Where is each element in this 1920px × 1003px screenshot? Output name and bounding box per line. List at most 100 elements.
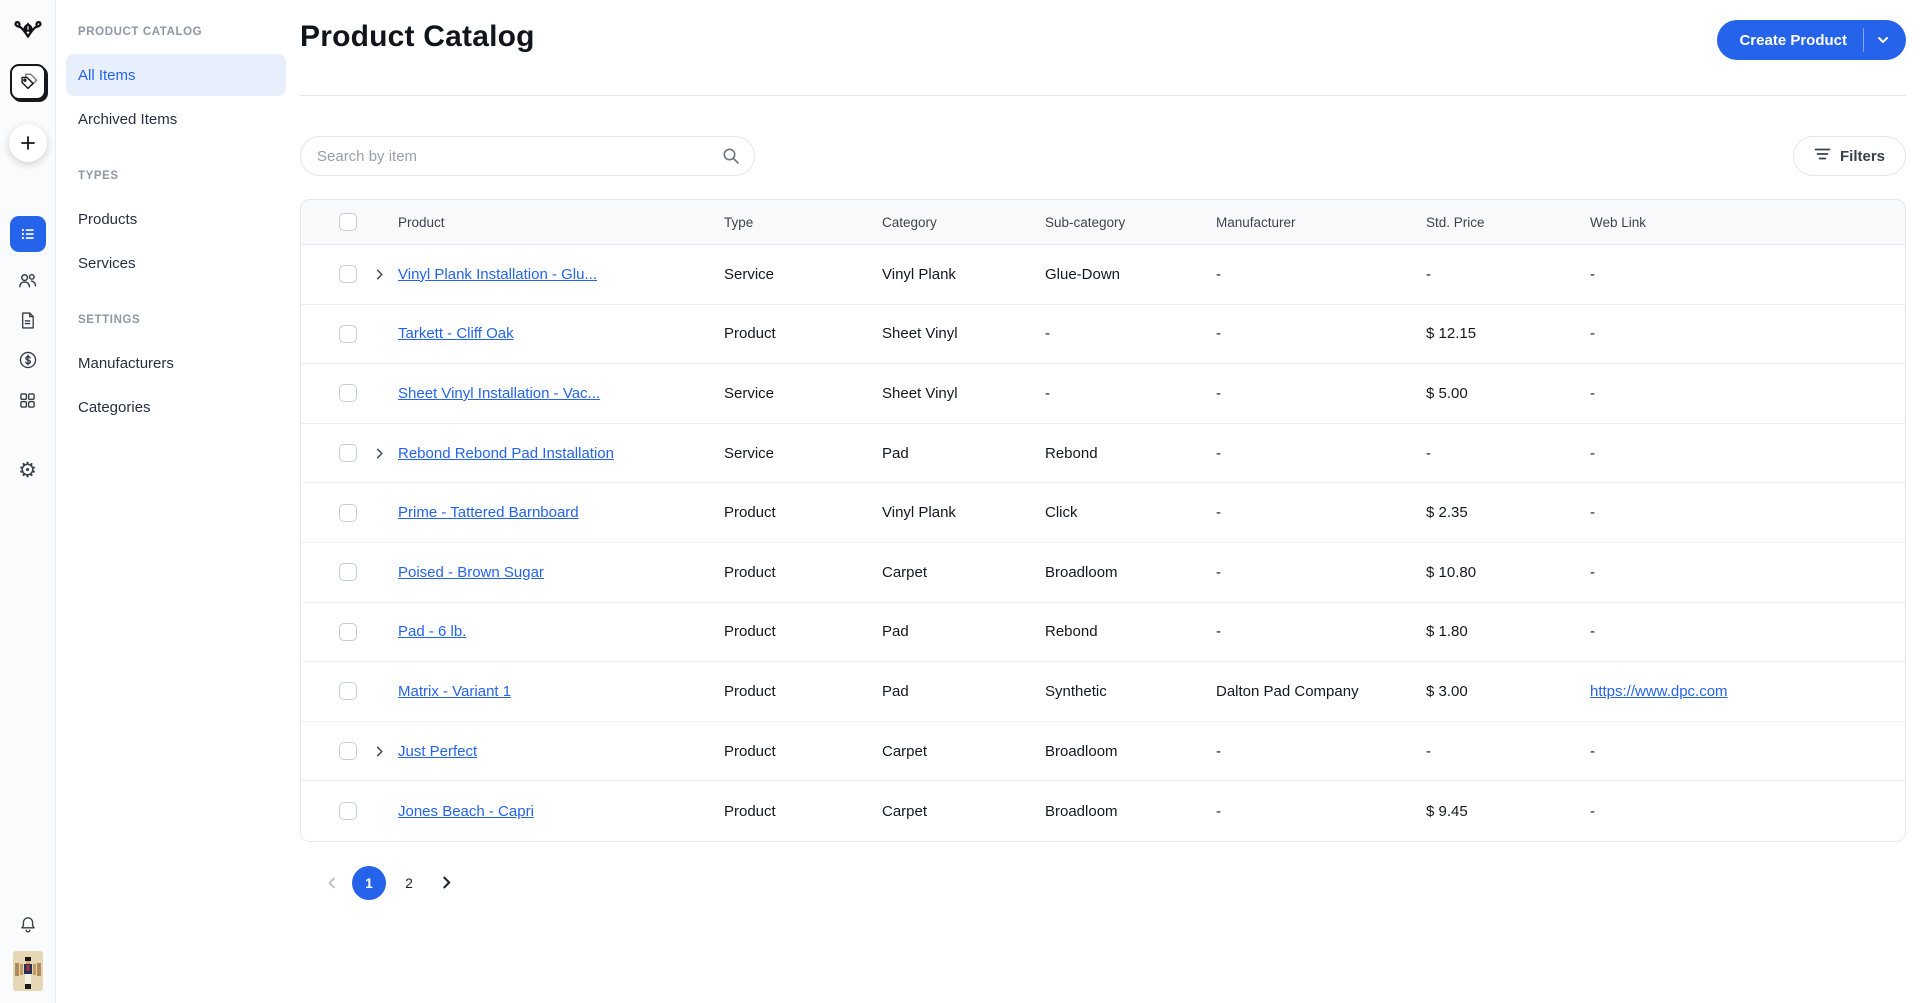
- sidebar-item-all-items[interactable]: All Items: [66, 54, 286, 96]
- cell-type: Service: [724, 384, 775, 402]
- row-checkbox[interactable]: [339, 802, 357, 821]
- nav-documents-button[interactable]: [16, 308, 40, 332]
- cell-price: $ 12.15: [1426, 325, 1477, 343]
- cell-subcategory: Rebond: [1045, 623, 1098, 641]
- gear-icon: ⚙: [18, 458, 37, 482]
- cell-subcategory: -: [1045, 325, 1050, 343]
- cell-category: Pad: [882, 444, 909, 462]
- cell-type: Product: [724, 325, 776, 343]
- row-checkbox[interactable]: [339, 384, 357, 403]
- table-row[interactable]: Poised - Brown Sugar Product Carpet Broa…: [301, 542, 1905, 603]
- cell-category: Carpet: [882, 802, 928, 820]
- product-link[interactable]: Rebond Rebond Pad Installation: [398, 445, 614, 462]
- notifications-button[interactable]: [16, 913, 40, 937]
- row-checkbox[interactable]: [339, 324, 357, 343]
- row-checkbox[interactable]: [339, 742, 357, 761]
- row-checkbox[interactable]: [339, 622, 357, 641]
- product-link[interactable]: Matrix - Variant 1: [398, 683, 511, 700]
- table-row[interactable]: Sheet Vinyl Installation - Vac... Servic…: [301, 364, 1905, 424]
- expand-row-icon[interactable]: [373, 745, 386, 758]
- app-root: ⚙ PRODUCT CATALOG All Items Archived Ite…: [0, 0, 1920, 1003]
- table-row[interactable]: Just Perfect Product Carpet Broadloom - …: [301, 721, 1905, 782]
- cell-type: Product: [724, 623, 776, 641]
- row-checkbox[interactable]: [339, 503, 357, 522]
- cell-manufacturer: -: [1216, 623, 1221, 641]
- row-checkbox[interactable]: [339, 682, 357, 701]
- expand-row-icon[interactable]: [373, 447, 386, 460]
- sidebar: PRODUCT CATALOG All Items Archived Items…: [56, 0, 300, 1003]
- nav-apps-button[interactable]: [16, 388, 40, 412]
- product-link[interactable]: Vinyl Plank Installation - Glu...: [398, 266, 597, 283]
- sidebar-item-label: Categories: [78, 398, 151, 416]
- product-link[interactable]: Prime - Tattered Barnboard: [398, 504, 579, 521]
- table-row[interactable]: Pad - 6 lb. Product Pad Rebond - $ 1.80 …: [301, 602, 1905, 663]
- cell-weblink: -: [1590, 802, 1595, 820]
- expand-row-icon[interactable]: [373, 268, 386, 281]
- cell-type: Product: [724, 563, 776, 581]
- settings-gear-button[interactable]: ⚙: [18, 458, 37, 482]
- cell-weblink: -: [1590, 742, 1595, 760]
- weblink-link[interactable]: https://www.dpc.com: [1590, 683, 1905, 700]
- table-row[interactable]: Matrix - Variant 1 Product Pad Synthetic…: [301, 662, 1905, 722]
- select-all-checkbox[interactable]: [339, 213, 357, 231]
- cell-weblink: -: [1590, 563, 1595, 581]
- column-weblink: Web Link: [1590, 214, 1647, 230]
- sidebar-item-products[interactable]: Products: [66, 198, 286, 240]
- cell-weblink: -: [1590, 265, 1595, 283]
- cell-manufacturer: -: [1216, 384, 1221, 402]
- dollar-coin-icon: [17, 349, 39, 371]
- sidebar-title: PRODUCT CATALOG: [78, 26, 203, 38]
- search-input[interactable]: [300, 136, 755, 176]
- nav-billing-button[interactable]: [16, 348, 40, 372]
- chevron-down-icon[interactable]: [1864, 33, 1906, 47]
- add-button[interactable]: [8, 124, 47, 162]
- product-link[interactable]: Tarkett - Cliff Oak: [398, 325, 514, 342]
- table-body: Vinyl Plank Installation - Glu... Servic…: [301, 245, 1905, 841]
- sidebar-item-archived-items[interactable]: Archived Items: [66, 98, 286, 140]
- filters-button[interactable]: Filters: [1792, 136, 1906, 176]
- cell-category: Vinyl Plank: [882, 504, 956, 522]
- product-link[interactable]: Jones Beach - Capri: [398, 803, 534, 820]
- page-button-2[interactable]: 2: [392, 866, 426, 900]
- document-icon: [17, 310, 38, 331]
- nav-catalog-list-button[interactable]: [9, 216, 46, 252]
- next-page-button[interactable]: [432, 866, 460, 900]
- sidebar-section-types: TYPES: [78, 170, 119, 182]
- sidebar-item-manufacturers[interactable]: Manufacturers: [66, 342, 286, 384]
- table-row[interactable]: Rebond Rebond Pad Installation Service P…: [301, 423, 1905, 484]
- cell-type: Service: [724, 265, 775, 283]
- nav-customers-button[interactable]: [16, 268, 40, 292]
- cell-manufacturer: -: [1216, 325, 1221, 343]
- cell-manufacturer: -: [1216, 742, 1221, 760]
- table-row[interactable]: Jones Beach - Capri Product Carpet Broad…: [301, 781, 1905, 841]
- product-link[interactable]: Just Perfect: [398, 743, 477, 760]
- table-row[interactable]: Tarkett - Cliff Oak Product Sheet Vinyl …: [301, 304, 1905, 365]
- cell-type: Product: [724, 802, 776, 820]
- table-row[interactable]: Prime - Tattered Barnboard Product Vinyl…: [301, 483, 1905, 543]
- cell-price: $ 3.00: [1426, 682, 1468, 700]
- create-product-button[interactable]: Create Product: [1717, 20, 1906, 60]
- row-checkbox[interactable]: [339, 563, 357, 582]
- catalog-app-button[interactable]: [9, 64, 46, 100]
- product-link[interactable]: Sheet Vinyl Installation - Vac...: [398, 385, 600, 402]
- cell-price: $ 9.45: [1426, 802, 1468, 820]
- column-category: Category: [882, 214, 937, 230]
- page-button-1[interactable]: 1: [352, 865, 386, 900]
- cell-subcategory: Synthetic: [1045, 682, 1107, 700]
- row-checkbox[interactable]: [339, 265, 357, 284]
- people-icon: [16, 269, 39, 292]
- cell-price: -: [1426, 444, 1431, 462]
- cell-subcategory: Click: [1045, 504, 1078, 522]
- sidebar-item-services[interactable]: Services: [66, 242, 286, 284]
- cell-weblink: -: [1590, 325, 1595, 343]
- row-checkbox[interactable]: [339, 444, 357, 463]
- sidebar-item-categories[interactable]: Categories: [66, 386, 286, 428]
- product-link[interactable]: Pad - 6 lb.: [398, 623, 466, 640]
- create-product-label: Create Product: [1739, 31, 1847, 49]
- previous-page-button[interactable]: [318, 866, 346, 900]
- cell-type: Service: [724, 444, 775, 462]
- product-link[interactable]: Poised - Brown Sugar: [398, 564, 544, 581]
- sidebar-item-label: Archived Items: [78, 110, 178, 128]
- user-avatar[interactable]: [12, 951, 43, 991]
- table-row[interactable]: Vinyl Plank Installation - Glu... Servic…: [301, 245, 1905, 305]
